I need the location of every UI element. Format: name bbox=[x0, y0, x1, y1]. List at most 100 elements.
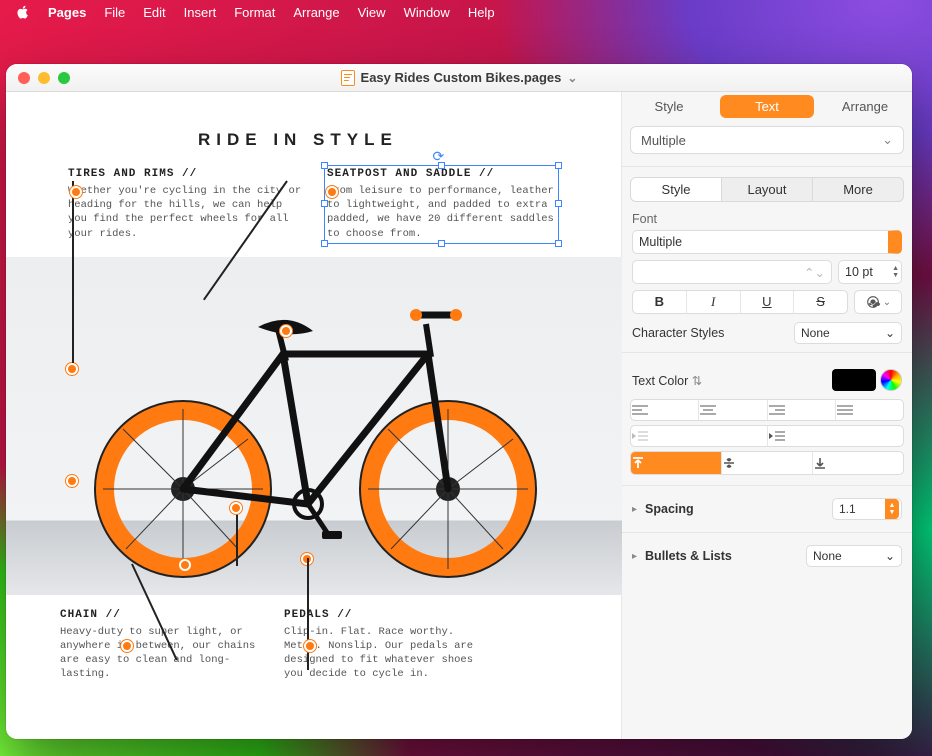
resize-handle[interactable] bbox=[321, 162, 328, 169]
disclosure-triangle-icon[interactable]: ▸ bbox=[632, 551, 637, 562]
spacing-label[interactable]: Spacing bbox=[645, 502, 824, 516]
inspector-tabs: Style Text Arrange bbox=[622, 92, 912, 120]
resize-handle[interactable] bbox=[438, 240, 445, 247]
bike-illustration bbox=[68, 279, 558, 579]
tires-body: Whether you're cycling in the city or he… bbox=[68, 184, 303, 241]
line-spacing-stepper[interactable]: 1.1 ▲▼ bbox=[832, 498, 902, 520]
apple-menu-icon[interactable] bbox=[16, 5, 30, 19]
font-family-select[interactable]: Multiple bbox=[632, 230, 902, 254]
character-styles-select[interactable]: None ⌄ bbox=[794, 322, 902, 344]
resize-handle[interactable] bbox=[438, 162, 445, 169]
horizontal-alignment bbox=[630, 399, 904, 421]
valign-bottom-button[interactable] bbox=[812, 452, 903, 474]
macos-menubar: Pages File Edit Insert Format Arrange Vi… bbox=[0, 0, 932, 24]
gear-icon bbox=[865, 294, 881, 310]
menu-view[interactable]: View bbox=[358, 5, 386, 20]
font-family-value: Multiple bbox=[639, 235, 682, 249]
menu-format[interactable]: Format bbox=[234, 5, 275, 20]
chevron-updown-icon[interactable]: ⇅ bbox=[692, 374, 702, 388]
paragraph-style-select[interactable]: Multiple ⌄ bbox=[630, 126, 904, 154]
indent-button[interactable] bbox=[767, 426, 904, 446]
text-subtabs: Style Layout More bbox=[630, 177, 904, 202]
menu-arrange[interactable]: Arrange bbox=[293, 5, 339, 20]
italic-button[interactable]: I bbox=[686, 291, 740, 313]
seat-body: From leisure to performance, leather to … bbox=[327, 184, 556, 241]
bullets-label[interactable]: Bullets & Lists bbox=[645, 549, 798, 563]
font-typeface-select[interactable]: ⌃⌄ bbox=[632, 260, 832, 284]
textblock-seatpost-selected[interactable]: ⟳ SEATPOST AND SADDLE // From leisure to… bbox=[324, 165, 559, 244]
underline-button[interactable]: U bbox=[740, 291, 794, 313]
valign-top-icon bbox=[631, 456, 645, 470]
resize-handle[interactable] bbox=[555, 200, 562, 207]
document-title-text: Easy Rides Custom Bikes.pages bbox=[361, 70, 562, 85]
disclosure-triangle-icon[interactable]: ▸ bbox=[632, 504, 637, 515]
chevron-down-icon[interactable]: ⌄ bbox=[567, 71, 577, 85]
color-picker-button[interactable] bbox=[880, 369, 902, 391]
align-right-button[interactable] bbox=[767, 400, 835, 420]
tab-arrange[interactable]: Arrange bbox=[818, 95, 912, 118]
menu-help[interactable]: Help bbox=[468, 5, 495, 20]
subtab-style[interactable]: Style bbox=[631, 178, 721, 201]
chevron-down-icon: ⌄ bbox=[885, 549, 895, 563]
align-center-button[interactable] bbox=[698, 400, 766, 420]
resize-handle[interactable] bbox=[555, 240, 562, 247]
chain-title: CHAIN // bbox=[60, 609, 260, 621]
menu-window[interactable]: Window bbox=[404, 5, 450, 20]
document-window: Easy Rides Custom Bikes.pages ⌄ RIDE IN … bbox=[6, 64, 912, 739]
bike-photo[interactable] bbox=[6, 257, 622, 595]
textblock-chain[interactable]: CHAIN // Heavy-duty to super light, or a… bbox=[60, 609, 260, 682]
outdent-button[interactable] bbox=[631, 426, 767, 446]
window-minimize-button[interactable] bbox=[38, 72, 50, 84]
vertical-alignment bbox=[630, 451, 904, 475]
resize-handle[interactable] bbox=[321, 200, 328, 207]
text-color-label: Text Color ⇅ bbox=[632, 373, 702, 388]
valign-middle-icon bbox=[722, 456, 736, 470]
align-justify-icon bbox=[836, 404, 854, 416]
seat-title: SEATPOST AND SADDLE // bbox=[327, 168, 556, 180]
chevron-down-icon: ⌄ bbox=[882, 132, 893, 148]
tab-style[interactable]: Style bbox=[622, 95, 716, 118]
app-name[interactable]: Pages bbox=[48, 5, 86, 20]
subtab-more[interactable]: More bbox=[812, 178, 903, 201]
pedals-body: Clip-in. Flat. Race worthy. Metal. Nonsl… bbox=[284, 625, 484, 682]
divider bbox=[622, 485, 912, 486]
menu-insert[interactable]: Insert bbox=[184, 5, 217, 20]
align-right-icon bbox=[768, 404, 786, 416]
bullets-select[interactable]: None ⌄ bbox=[806, 545, 902, 567]
menu-edit[interactable]: Edit bbox=[143, 5, 165, 20]
bold-button[interactable]: B bbox=[633, 291, 686, 313]
tires-title: TIRES AND RIMS // bbox=[68, 168, 303, 180]
window-titlebar[interactable]: Easy Rides Custom Bikes.pages ⌄ bbox=[6, 64, 912, 92]
callout-dot bbox=[70, 186, 82, 198]
stepper-down-icon[interactable]: ▼ bbox=[892, 272, 899, 279]
stepper-up-icon[interactable]: ▲ bbox=[892, 265, 899, 272]
stepper-down-icon[interactable]: ▼ bbox=[889, 509, 896, 516]
document-title[interactable]: Easy Rides Custom Bikes.pages ⌄ bbox=[341, 70, 578, 86]
text-color-swatch[interactable] bbox=[832, 369, 876, 391]
font-size-value: 10 pt bbox=[845, 265, 873, 279]
subtab-layout[interactable]: Layout bbox=[721, 178, 812, 201]
character-styles-value: None bbox=[801, 326, 830, 340]
page-heading[interactable]: RIDE IN STYLE bbox=[198, 130, 571, 150]
window-close-button[interactable] bbox=[18, 72, 30, 84]
resize-handle[interactable] bbox=[321, 240, 328, 247]
window-zoom-button[interactable] bbox=[58, 72, 70, 84]
valign-middle-button[interactable] bbox=[721, 452, 812, 474]
align-justify-button[interactable] bbox=[835, 400, 903, 420]
indent-icon bbox=[768, 430, 786, 442]
advanced-text-options-button[interactable]: ⌄ bbox=[854, 290, 902, 314]
align-left-button[interactable] bbox=[631, 400, 698, 420]
tab-text[interactable]: Text bbox=[720, 95, 814, 118]
callout-dot bbox=[230, 502, 242, 514]
page-canvas[interactable]: RIDE IN STYLE TIRES AND RIMS // Whether … bbox=[6, 92, 622, 739]
divider bbox=[622, 532, 912, 533]
character-styles-label: Character Styles bbox=[632, 326, 724, 340]
font-size-stepper[interactable]: 10 pt ▲▼ bbox=[838, 260, 902, 284]
valign-top-button[interactable] bbox=[631, 452, 721, 474]
strikethrough-button[interactable]: S bbox=[793, 291, 847, 313]
stepper-up-icon[interactable]: ▲ bbox=[889, 502, 896, 509]
paragraph-style-value: Multiple bbox=[641, 133, 686, 148]
chain-body: Heavy-duty to super light, or anywhere i… bbox=[60, 625, 260, 682]
menu-file[interactable]: File bbox=[104, 5, 125, 20]
resize-handle[interactable] bbox=[555, 162, 562, 169]
